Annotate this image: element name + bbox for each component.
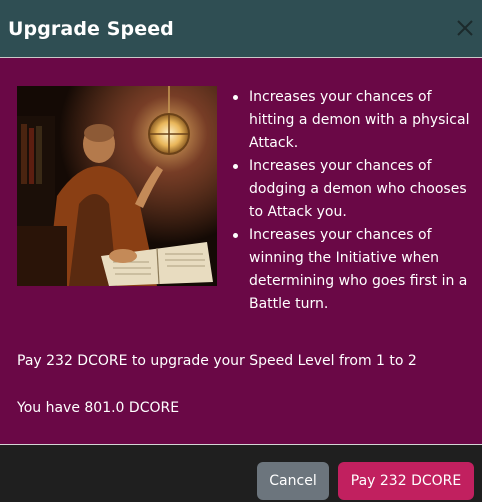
- benefit-item-hit: Increases your chances of hitting a demo…: [229, 86, 477, 155]
- modal-title: Upgrade Speed: [8, 18, 174, 40]
- benefits-list: Increases your chances of hitting a demo…: [229, 86, 477, 316]
- monk-image: [17, 86, 217, 286]
- modal-footer: Cancel Pay 232 DCORE: [0, 444, 482, 502]
- pay-button[interactable]: Pay 232 DCORE: [338, 462, 474, 500]
- modal-body: Increases your chances of hitting a demo…: [0, 58, 482, 444]
- benefit-item-dodge: Increases your chances of dodging a demo…: [229, 155, 477, 224]
- balance-text: You have 801.0 DCORE: [17, 400, 180, 416]
- cancel-button[interactable]: Cancel: [257, 462, 329, 500]
- modal-header: Upgrade Speed: [0, 0, 482, 58]
- benefit-item-initiative: Increases your chances of winning the In…: [229, 224, 477, 316]
- upgrade-cost-text: Pay 232 DCORE to upgrade your Speed Leve…: [17, 353, 417, 369]
- close-icon[interactable]: [453, 15, 477, 41]
- upgrade-speed-modal: Upgrade Speed Increases your chances of …: [0, 0, 482, 502]
